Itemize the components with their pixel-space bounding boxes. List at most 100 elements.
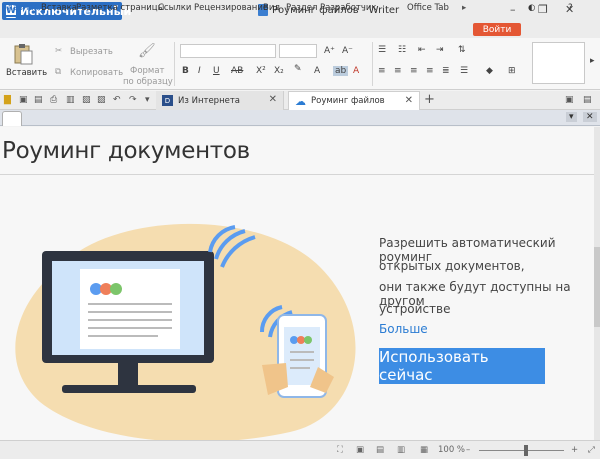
line-spacing-icon[interactable]: ☰: [460, 66, 468, 76]
use-now-button[interactable]: Использовать сейчас: [379, 348, 545, 384]
description-line: устройстве: [379, 302, 451, 316]
ribbon-separator: [372, 42, 373, 86]
menu-review[interactable]: Рецензирование: [194, 3, 268, 13]
tab-label: Роуминг файлов: [311, 96, 385, 106]
highlight-icon[interactable]: ab: [333, 66, 349, 76]
menu-home[interactable]: Главная: [2, 3, 39, 13]
menu-more-icon[interactable]: ▸: [462, 3, 466, 13]
more-link[interactable]: Больше: [379, 322, 428, 336]
align-left-icon[interactable]: ≡: [378, 66, 386, 76]
justify-icon[interactable]: ≡: [426, 66, 434, 76]
save-icon[interactable]: ▣: [19, 95, 28, 105]
close-tab-icon[interactable]: ✕: [269, 94, 277, 105]
minimize-icon[interactable]: –: [510, 3, 516, 16]
bullets-icon[interactable]: ☰: [378, 45, 386, 55]
align-center-icon[interactable]: ≡: [394, 66, 402, 76]
format-painter-label-2[interactable]: по образцу: [123, 77, 173, 87]
close-panel-icon[interactable]: ✕: [583, 112, 597, 122]
outline-view-icon[interactable]: ▥: [397, 445, 405, 455]
redo-icon[interactable]: ↷: [129, 95, 137, 105]
zoom-in-icon[interactable]: +: [571, 445, 578, 455]
zoom-level: 100 %: [438, 445, 466, 455]
cut-icon[interactable]: ✂: [55, 46, 62, 56]
print-icon[interactable]: ⎙: [50, 95, 57, 105]
font-name-combo[interactable]: [180, 44, 276, 58]
tab-from-internet[interactable]: D Из Интернета ✕: [156, 91, 284, 110]
tab-roaming-files[interactable]: ☁ Роуминг файлов ✕: [288, 91, 420, 110]
copy-icon[interactable]: ⧉: [55, 67, 61, 77]
undo-icon[interactable]: ↶: [113, 95, 121, 105]
shading-icon[interactable]: ◆: [486, 66, 493, 76]
indent-icon[interactable]: ⇥: [436, 45, 444, 55]
page-title: Роуминг документов: [2, 138, 250, 164]
italic-button[interactable]: I: [198, 66, 201, 76]
shrink-font-icon[interactable]: A⁻: [342, 46, 353, 56]
menu-section[interactable]: Раздел: [286, 3, 317, 13]
tab-list-icon[interactable]: ▣: [565, 95, 574, 105]
underline-button[interactable]: U: [213, 66, 220, 76]
monitor-base: [62, 385, 196, 393]
zoom-out-icon[interactable]: –: [466, 445, 470, 455]
cloud-icon: ☁: [295, 94, 306, 108]
title-divider: [0, 174, 594, 175]
document-tab[interactable]: [2, 111, 22, 126]
menu-insert[interactable]: Вставка: [41, 3, 77, 13]
cut-button[interactable]: Вырезать: [70, 47, 113, 57]
grow-font-icon[interactable]: A⁺: [324, 46, 335, 56]
menu-developer[interactable]: Разработчик: [320, 3, 377, 13]
save-as-icon[interactable]: ▤: [34, 95, 43, 105]
borders-icon[interactable]: ⊞: [508, 66, 516, 76]
menu-references[interactable]: Ссылки: [158, 3, 191, 13]
menu-page-layout[interactable]: Разметка страницы: [76, 3, 164, 13]
text-color-icon[interactable]: A: [353, 66, 359, 76]
open-folder-icon[interactable]: ▇: [4, 95, 11, 105]
tab-label: Из Интернета: [178, 95, 241, 106]
font-color-button[interactable]: A: [314, 66, 320, 76]
help-icon[interactable]: ◐: [528, 3, 535, 13]
menu-view[interactable]: Вид: [263, 3, 280, 13]
new-tab-icon[interactable]: +: [424, 92, 435, 107]
roaming-illustration: [15, 223, 356, 440]
font-size-combo[interactable]: [279, 44, 317, 58]
dropdown-icon[interactable]: ▾: [566, 112, 577, 122]
fit-width-icon[interactable]: ⤢: [588, 445, 595, 455]
distributed-icon[interactable]: ≣: [442, 66, 450, 76]
login-button[interactable]: Войти: [473, 23, 521, 36]
ribbon-scroll-icon[interactable]: ▸: [590, 56, 595, 66]
sort-icon[interactable]: ⇅: [458, 45, 466, 55]
copy-button[interactable]: Копировать: [70, 68, 123, 78]
wps-doc-icon: D: [162, 95, 173, 106]
superscript-button[interactable]: X²: [256, 66, 266, 76]
spellcheck-icon[interactable]: ▨: [97, 95, 106, 105]
maximize-icon[interactable]: ❐: [538, 3, 548, 16]
subscript-button[interactable]: X₂: [274, 66, 284, 76]
format-painter-icon[interactable]: 🖌: [138, 43, 156, 59]
green-dot: [110, 283, 122, 295]
web-view-icon[interactable]: ▤: [376, 445, 384, 455]
style-preview[interactable]: [532, 42, 585, 84]
question-icon[interactable]: ?: [568, 3, 573, 13]
export-pdf-icon[interactable]: ▧: [82, 95, 91, 105]
close-tab-icon[interactable]: ✕: [405, 95, 413, 106]
ribbon-separator: [174, 42, 175, 86]
outdent-icon[interactable]: ⇤: [418, 45, 426, 55]
print-preview-icon[interactable]: ▥: [66, 95, 75, 105]
bold-button[interactable]: B: [182, 66, 189, 76]
paste-button[interactable]: Вставить: [6, 68, 47, 78]
format-painter-label-1[interactable]: Формат: [130, 66, 165, 76]
zoom-slider[interactable]: [479, 450, 564, 451]
paste-icon[interactable]: [12, 43, 34, 65]
customize-qat-icon[interactable]: ▾: [145, 95, 150, 105]
align-right-icon[interactable]: ≡: [410, 66, 418, 76]
tab-menu-icon[interactable]: ▤: [583, 95, 592, 105]
document-tab-strip: [0, 110, 600, 126]
strikethrough-button[interactable]: AB: [231, 66, 243, 76]
zoom-slider-knob[interactable]: [524, 445, 528, 456]
fullscreen-icon[interactable]: ⛶: [337, 445, 343, 455]
menu-active-indicator: [2, 15, 38, 17]
menu-office-tab[interactable]: Office Tab: [407, 3, 449, 13]
page-view-icon[interactable]: ▣: [356, 445, 364, 455]
reading-view-icon[interactable]: ▦: [420, 445, 428, 455]
numbering-icon[interactable]: ☷: [398, 45, 406, 55]
pen-icon[interactable]: ✎: [294, 64, 302, 74]
